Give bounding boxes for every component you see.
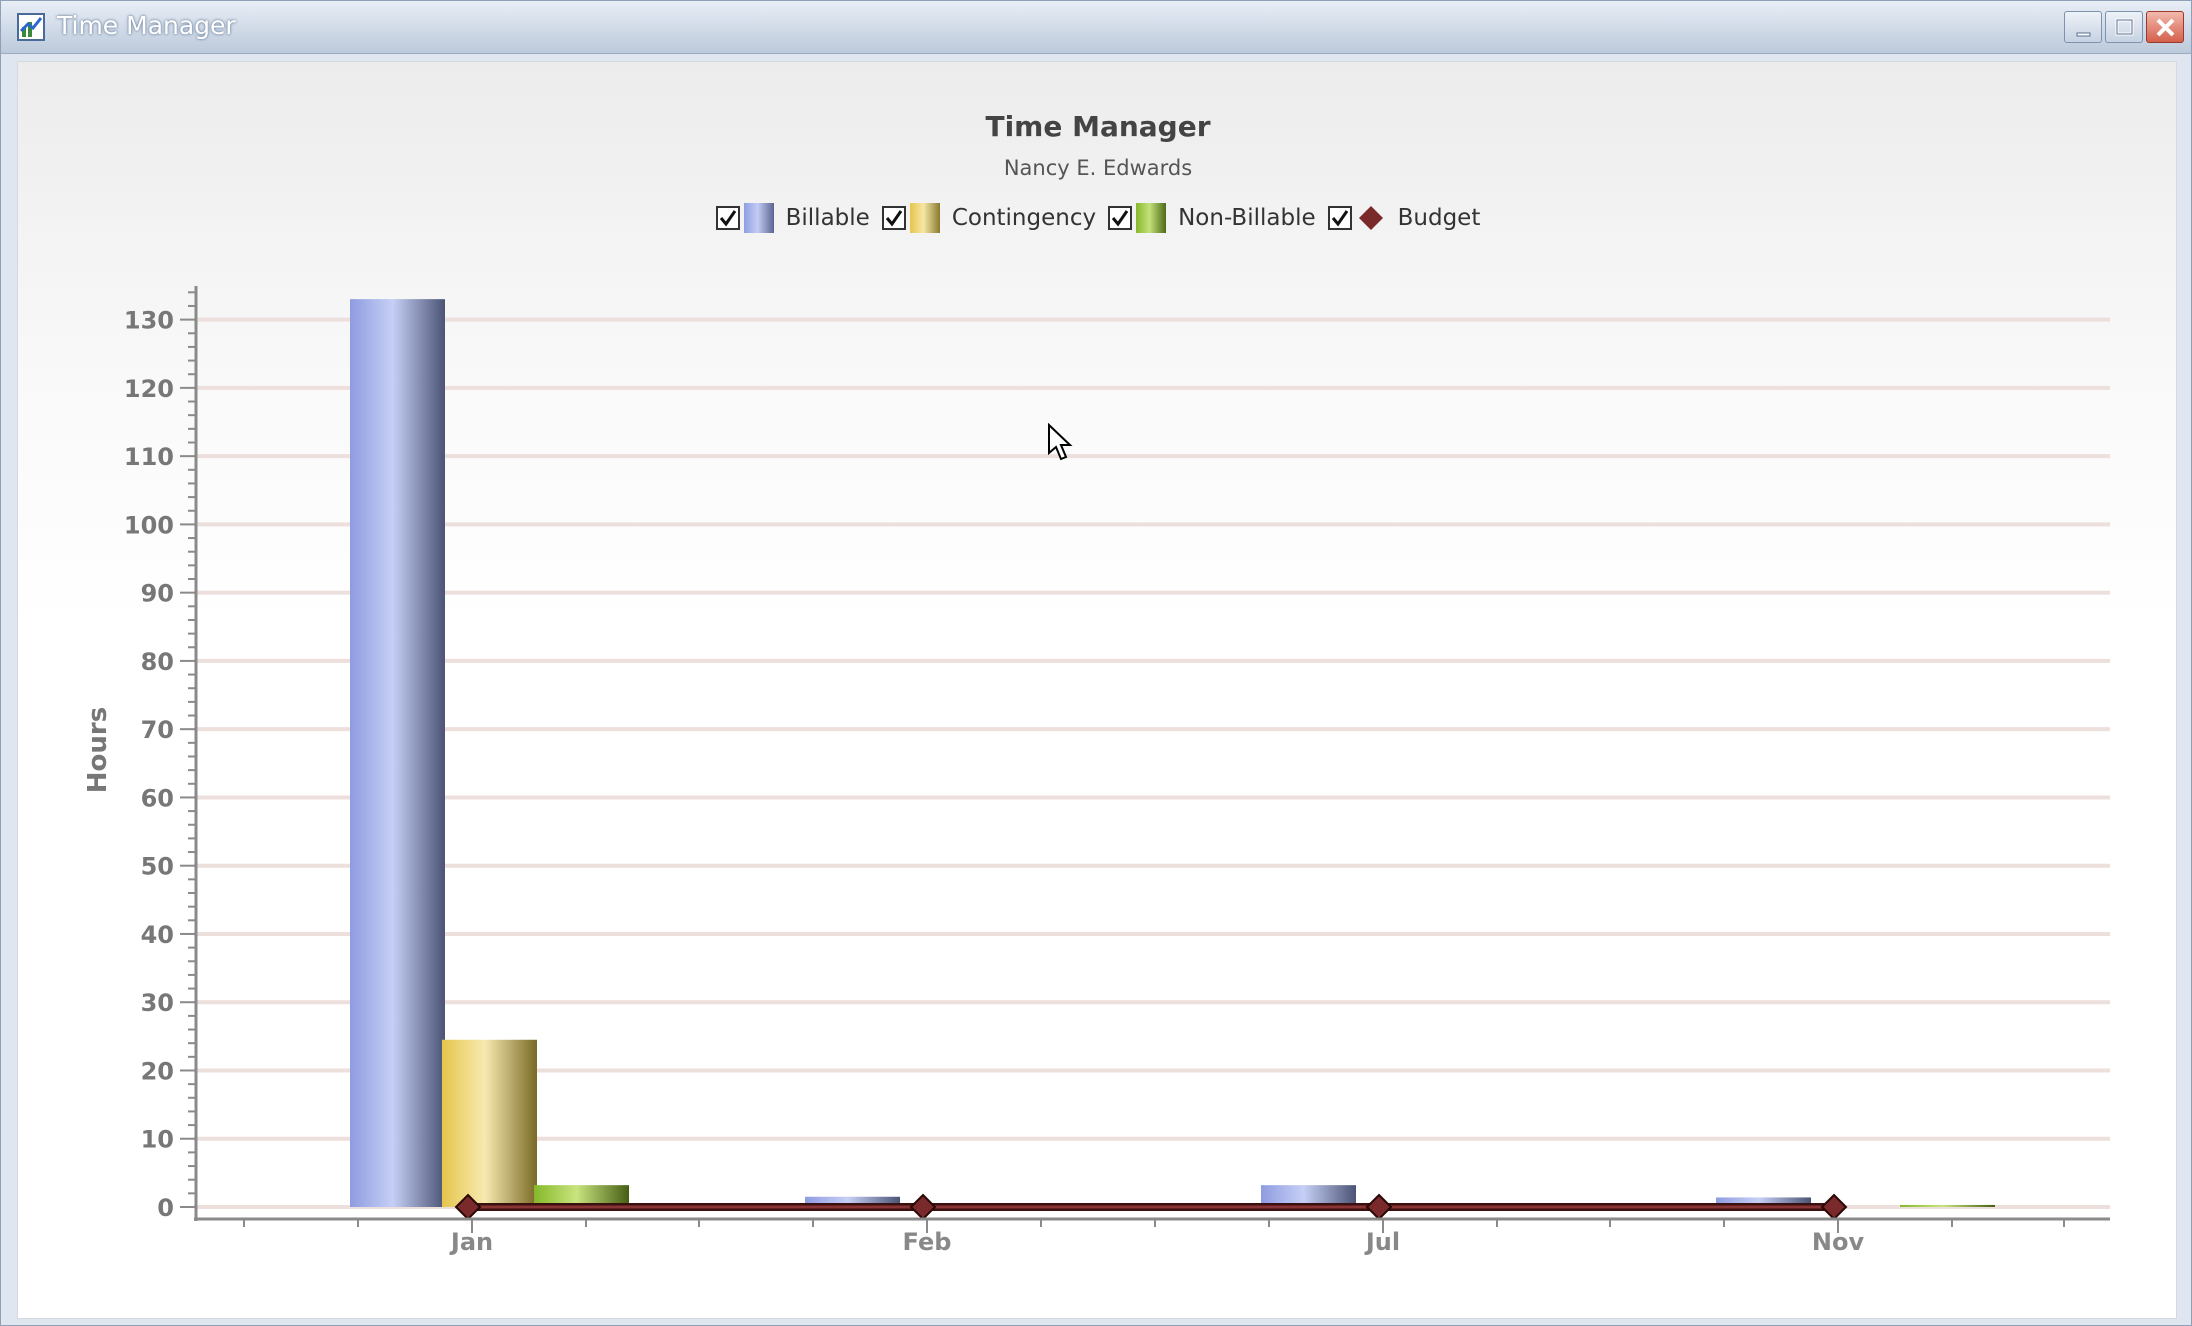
x-tick-label: Jan [449,1228,493,1256]
y-tick-label: 100 [124,511,174,539]
chart-plot: 0 10 20 30 40 50 60 70 80 90 100 110 120 130 Jan Feb Ju… [83,286,2110,1256]
budget-point [1365,1193,1393,1221]
y-tick-label: 120 [124,375,174,403]
mouse-cursor-icon [1048,423,1073,461]
chart-panel: Time Manager Nancy E. Edwards Billable C… [17,61,2177,1319]
budget-line [454,1193,1848,1221]
window-title: Time Manager [57,11,236,40]
y-tick-label: 80 [141,648,174,676]
y-tick-label: 20 [141,1057,174,1085]
app-window: Time Manager Time Manager Nancy E. Edwar… [0,0,2192,1326]
y-tick-label: 90 [141,580,174,608]
x-tick-label: Nov [1812,1228,1865,1256]
budget-point [909,1193,937,1221]
y-axis-label: Hours [83,707,113,793]
app-icon [17,13,45,41]
maximize-button[interactable] [2105,11,2143,43]
y-tick-label: 60 [141,784,174,812]
bar [442,1039,537,1207]
y-tick-label: 130 [124,307,174,335]
bar [1900,1204,1995,1207]
y-tick-labels: 0 10 20 30 40 50 60 70 80 90 100 110 120 130 [124,307,174,1222]
x-tick-label: Feb [903,1228,952,1256]
y-tick-label: 10 [141,1126,174,1154]
y-tick-label: 40 [141,921,174,949]
close-icon [2156,18,2175,37]
title-bar[interactable]: Time Manager [1,1,2191,54]
bar [350,299,445,1208]
budget-point [1820,1193,1848,1221]
close-button[interactable] [2146,11,2184,43]
minimize-button[interactable] [2064,11,2102,43]
x-tick-label: Jul [1364,1228,1400,1256]
y-tick-label: 70 [141,716,174,744]
maximize-icon [2115,18,2134,36]
minimize-icon [2076,32,2091,37]
x-tick-labels: Jan Feb Jul Nov [449,1228,1865,1256]
y-tick-label: 110 [124,443,174,471]
y-tick-label: 0 [157,1194,174,1222]
y-tick-label: 30 [141,989,174,1017]
y-tick-label: 50 [141,853,174,881]
